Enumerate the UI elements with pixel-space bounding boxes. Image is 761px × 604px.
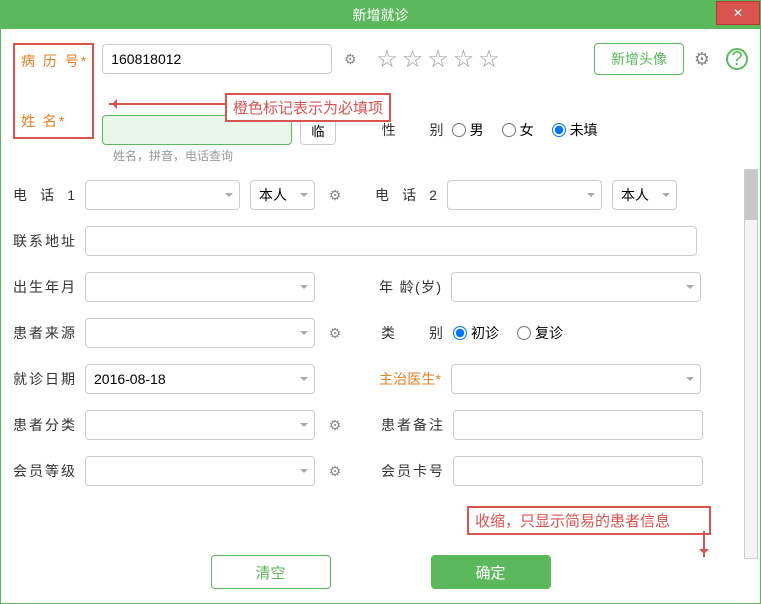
- patient-class-label: 患者分类: [13, 415, 75, 435]
- gender-male[interactable]: 男: [452, 120, 484, 140]
- category-label: 类 别: [381, 323, 443, 343]
- doctor-label: 主治医生*: [379, 369, 441, 389]
- clear-button[interactable]: 清空: [211, 555, 331, 589]
- gender-unfilled[interactable]: 未填: [552, 120, 598, 140]
- category-first[interactable]: 初诊: [453, 323, 499, 343]
- category-return[interactable]: 复诊: [517, 323, 563, 343]
- annotation-arrow-icon: [703, 531, 705, 557]
- gender-female[interactable]: 女: [502, 120, 534, 140]
- gear-icon[interactable]: ⚙: [325, 323, 345, 343]
- window-title: 新增就诊: [353, 7, 409, 23]
- star-icon[interactable]: ☆: [453, 45, 475, 74]
- source-label: 患者来源: [13, 323, 75, 343]
- help-icon[interactable]: ?: [726, 48, 748, 70]
- visit-date-label: 就诊日期: [13, 369, 75, 389]
- annotation-collapse: 收缩，只显示简易的患者信息: [467, 506, 711, 535]
- category-radio-group: 初诊 复诊: [453, 323, 563, 343]
- doctor-select[interactable]: [451, 364, 701, 394]
- star-icon[interactable]: ☆: [402, 45, 424, 74]
- star-icon[interactable]: ☆: [427, 45, 449, 74]
- member-card-label: 会员卡号: [381, 461, 443, 481]
- address-input[interactable]: [85, 226, 697, 256]
- gender-label: 性 别: [382, 120, 444, 140]
- gear-icon[interactable]: ⚙: [325, 461, 345, 481]
- phone1-label: 电 话 1: [13, 185, 75, 205]
- close-button[interactable]: ✕: [716, 1, 760, 25]
- source-select[interactable]: [85, 318, 315, 348]
- close-icon: ✕: [733, 0, 743, 27]
- star-rating[interactable]: ☆ ☆ ☆ ☆ ☆: [376, 45, 500, 74]
- patient-class-select[interactable]: [85, 410, 315, 440]
- phone2-label: 电 话 2: [375, 185, 437, 205]
- record-number-input[interactable]: [102, 44, 332, 74]
- remark-input[interactable]: [453, 410, 703, 440]
- gear-icon[interactable]: ⚙: [340, 49, 360, 69]
- name-hint: 姓名，拼音，电话查询: [113, 147, 748, 164]
- annotation-required: 橙色标记表示为必填项: [225, 93, 391, 122]
- gear-icon[interactable]: ⚙: [325, 415, 345, 435]
- phone2-type-select[interactable]: 本人: [612, 180, 677, 210]
- phone1-type-select[interactable]: 本人: [250, 180, 315, 210]
- gear-icon[interactable]: ⚙: [325, 185, 345, 205]
- required-box: 病 历 号* 姓 名*: [13, 43, 94, 139]
- member-level-select[interactable]: [85, 456, 315, 486]
- member-level-label: 会员等级: [13, 461, 75, 481]
- name-label: 姓 名*: [21, 113, 66, 129]
- ok-button[interactable]: 确定: [431, 555, 551, 589]
- titlebar: 新增就诊 ✕: [1, 1, 760, 29]
- annotation-arrow-icon: [109, 103, 225, 105]
- settings-gear-icon[interactable]: ⚙: [692, 49, 712, 69]
- member-card-input[interactable]: [453, 456, 703, 486]
- new-avatar-button[interactable]: 新增头像: [594, 43, 684, 75]
- record-number-label: 病 历 号*: [21, 51, 88, 71]
- remark-label: 患者备注: [381, 415, 443, 435]
- birth-select[interactable]: [85, 272, 315, 302]
- scrollbar-thumb[interactable]: [745, 170, 757, 220]
- star-icon[interactable]: ☆: [478, 45, 500, 74]
- scrollbar[interactable]: [744, 169, 758, 559]
- star-icon[interactable]: ☆: [376, 45, 398, 74]
- age-select[interactable]: [451, 272, 701, 302]
- phone1-input[interactable]: [85, 180, 240, 210]
- visit-date-select[interactable]: 2016-08-18: [85, 364, 315, 394]
- phone2-input[interactable]: [447, 180, 602, 210]
- age-label: 年 龄(岁): [379, 277, 441, 297]
- gender-radio-group: 男 女 未填: [452, 120, 598, 140]
- address-label: 联系地址: [13, 231, 75, 251]
- birth-label: 出生年月: [13, 277, 75, 297]
